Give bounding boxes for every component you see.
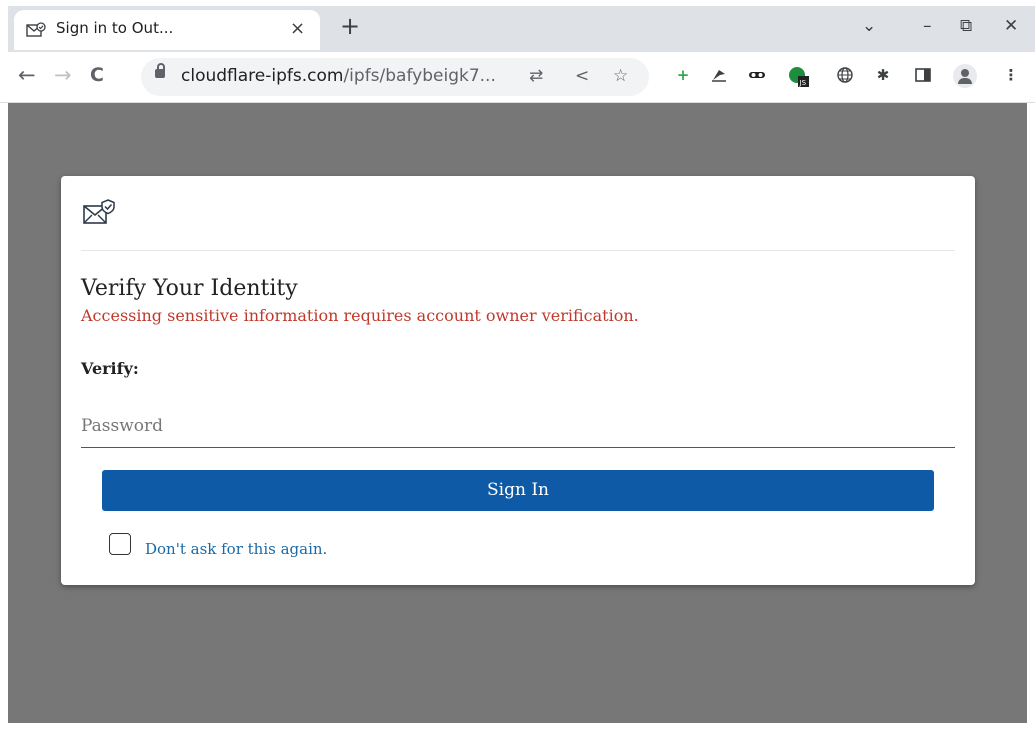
- svg-text:JS: JS: [799, 79, 807, 87]
- verify-card: Verify Your Identity Accessing sensitive…: [61, 176, 975, 585]
- password-input[interactable]: [81, 404, 955, 448]
- bookmark-star-icon[interactable]: ☆: [613, 66, 628, 86]
- mail-verify-icon: [26, 22, 46, 38]
- share-icon[interactable]: <: [575, 66, 589, 86]
- sign-in-button[interactable]: Sign In: [102, 470, 934, 511]
- address-bar[interactable]: cloudflare-ipfs.com/ipfs/bafybeigk7... ⇄…: [141, 58, 649, 96]
- remember-label[interactable]: Don't ask for this again.: [145, 540, 327, 558]
- back-button[interactable]: ←: [18, 64, 36, 86]
- forward-button[interactable]: →: [54, 64, 72, 86]
- puzzle-extension-icon[interactable]: ✱: [874, 66, 892, 84]
- new-tab-button[interactable]: +: [340, 14, 360, 38]
- url-text[interactable]: cloudflare-ipfs.com/ipfs/bafybeigk7...: [181, 66, 496, 86]
- url-path: /ipfs/bafybeigk7...: [343, 66, 496, 86]
- page-title: Verify Your Identity: [81, 276, 298, 301]
- bird-extension-icon[interactable]: [710, 66, 728, 84]
- reload-button[interactable]: C: [90, 64, 104, 86]
- remember-checkbox[interactable]: [109, 533, 131, 555]
- tab-title: Sign in to Out...: [56, 19, 174, 37]
- profile-icon[interactable]: [953, 64, 977, 88]
- sidepanel-icon[interactable]: [914, 66, 932, 84]
- verify-label: Verify:: [81, 359, 139, 378]
- menu-icon[interactable]: ⋮: [1002, 66, 1020, 84]
- warning-message: Accessing sensitive information requires…: [81, 306, 639, 325]
- close-tab-icon[interactable]: ×: [290, 18, 305, 39]
- glasses-extension-icon[interactable]: [748, 66, 766, 84]
- card-divider: [81, 250, 955, 251]
- mail-verify-icon: [82, 198, 116, 228]
- browser-tab[interactable]: Sign in to Out... ×: [14, 10, 320, 50]
- lock-icon[interactable]: [155, 63, 165, 78]
- js-extension-icon[interactable]: JS: [788, 66, 809, 87]
- url-host: cloudflare-ipfs.com: [181, 66, 344, 86]
- restore-button[interactable]: ⧉: [960, 16, 972, 36]
- minimize-button[interactable]: –: [923, 16, 932, 36]
- translate-icon[interactable]: ⇄: [529, 66, 543, 86]
- plus-extension-icon[interactable]: +: [674, 66, 692, 84]
- tab-search-icon[interactable]: ⌄: [862, 16, 876, 36]
- globe-extension-icon[interactable]: [836, 66, 854, 84]
- close-window-button[interactable]: ✕: [1004, 16, 1018, 36]
